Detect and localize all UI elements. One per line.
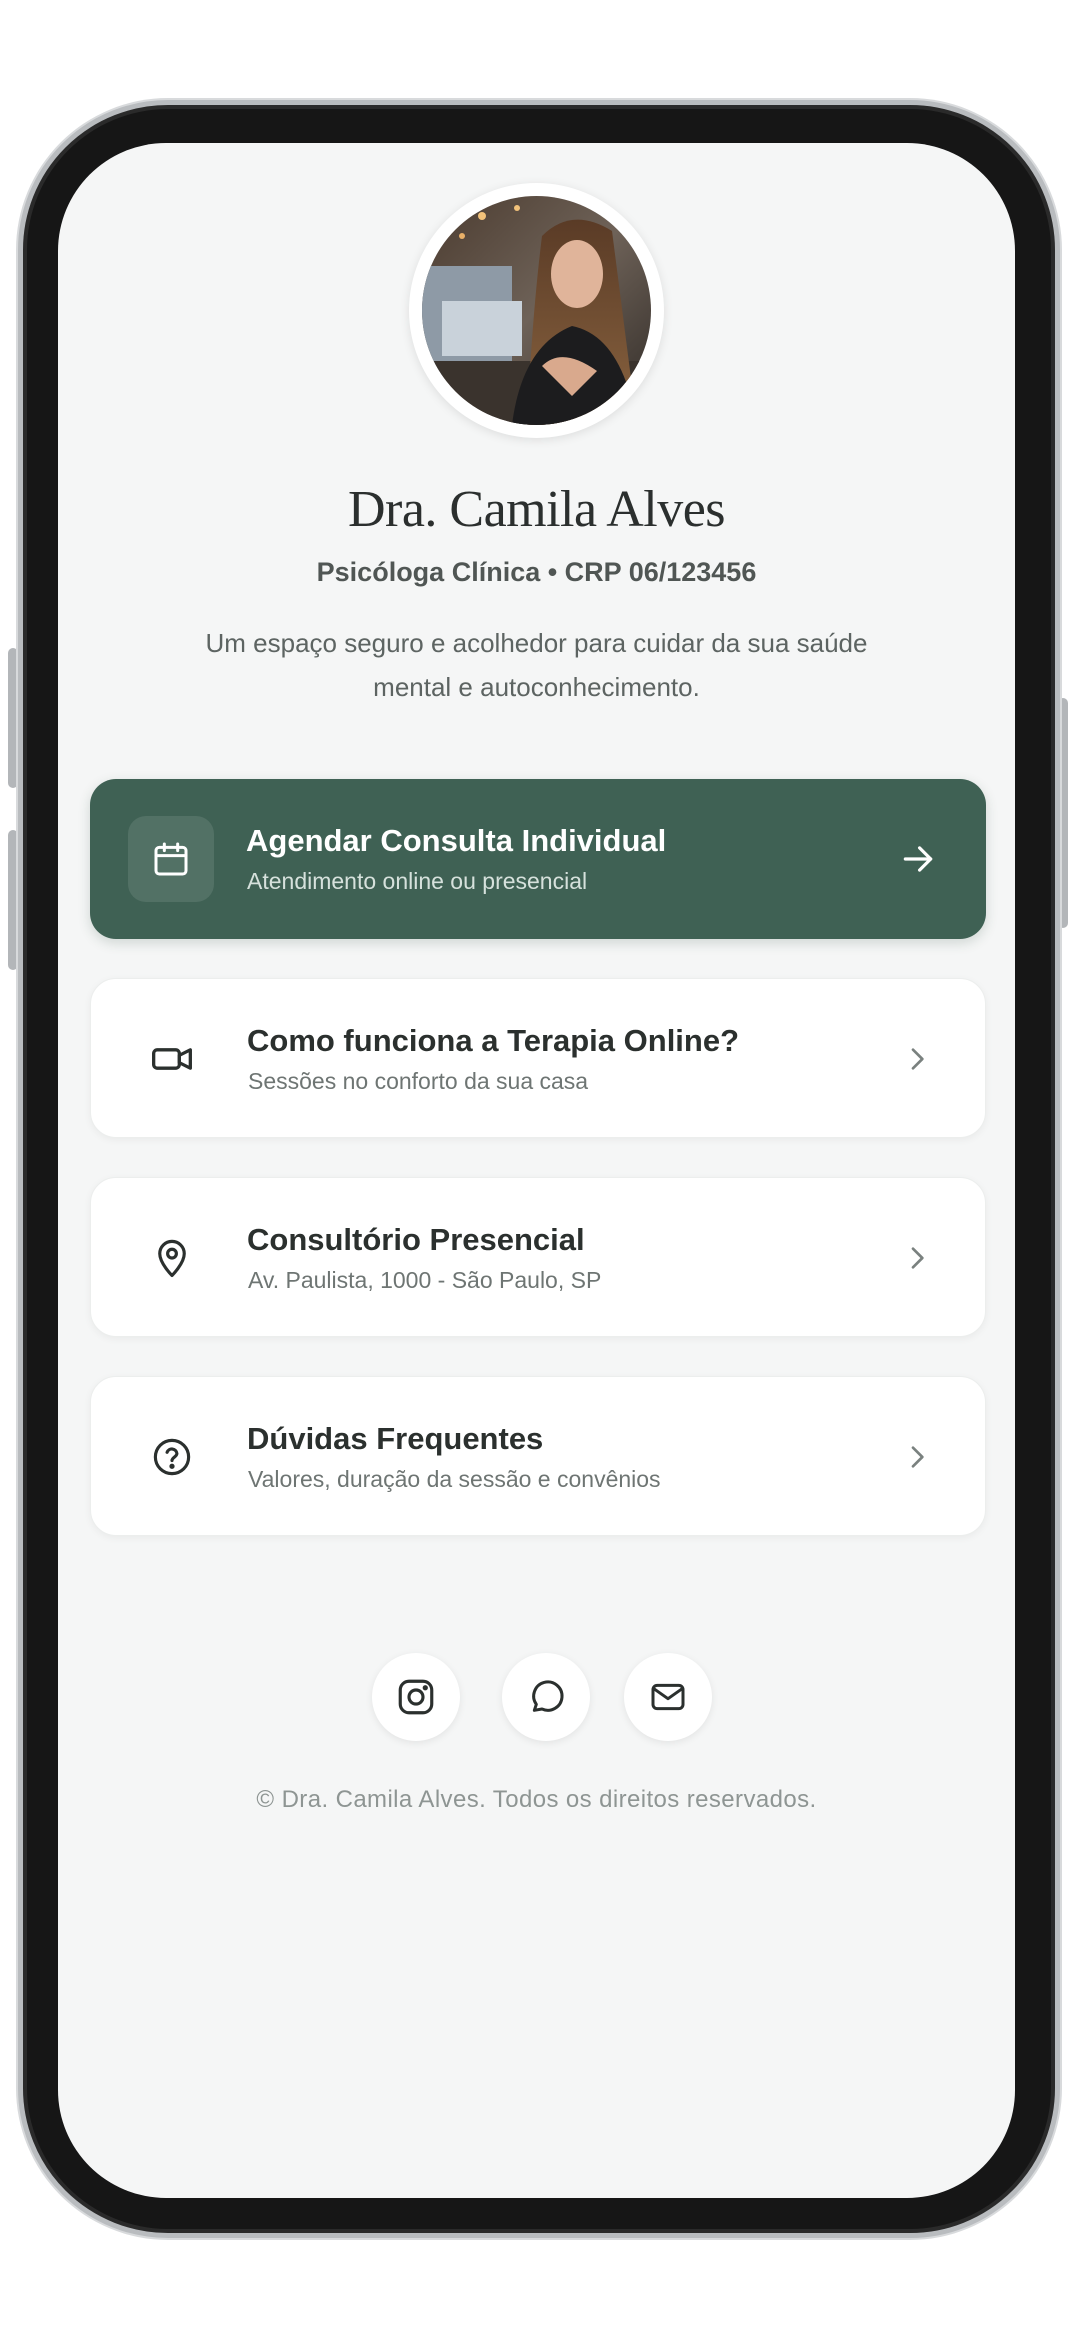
link-subtitle: Sessões no conforto da sua casa: [248, 1068, 589, 1094]
chevron-right-icon: [887, 1427, 947, 1487]
whatsapp-icon: [526, 1677, 566, 1717]
profile-name: Dra. Camila Alves: [347, 481, 726, 538]
avatar-photo: [422, 196, 651, 425]
avatar-frame: [409, 183, 664, 438]
schedule-consultation-button[interactable]: Agendar Consulta Individual Atendimento …: [90, 779, 986, 939]
chevron-right-icon: [887, 1029, 947, 1089]
email-button[interactable]: [624, 1653, 712, 1741]
link-subtitle: Atendimento online ou presencial: [247, 868, 588, 894]
in-person-office-link[interactable]: Consultório Presencial Av. Paulista, 100…: [90, 1177, 986, 1337]
link-subtitle: Valores, duração da sessão e convênios: [248, 1466, 661, 1492]
instagram-icon: [395, 1676, 437, 1718]
mockup-stage: Dra. Camila Alves Psicóloga Clínica • CR…: [0, 0, 1080, 2340]
mail-icon: [648, 1677, 688, 1717]
avatar: [422, 196, 651, 425]
volume-up-button: [8, 648, 18, 788]
link-title: Como funciona a Terapia Online?: [247, 1023, 740, 1058]
instagram-button[interactable]: [372, 1653, 460, 1741]
profile-credential: Psicóloga Clínica • CRP 06/123456: [316, 557, 757, 587]
whatsapp-button[interactable]: [502, 1653, 590, 1741]
chevron-right-icon: [887, 1228, 947, 1288]
footer-copyright: © Dra. Camila Alves. Todos os direitos r…: [256, 1786, 817, 1813]
volume-down-button: [8, 830, 18, 970]
phone-screen: Dra. Camila Alves Psicóloga Clínica • CR…: [58, 143, 1015, 2198]
help-circle-icon: [129, 1414, 215, 1500]
faq-link[interactable]: Dúvidas Frequentes Valores, duração da s…: [90, 1376, 986, 1536]
online-therapy-link[interactable]: Como funciona a Terapia Online? Sessões …: [90, 978, 986, 1138]
link-title: Dúvidas Frequentes: [247, 1421, 544, 1456]
profile-bio: Um espaço seguro e acolhedor para cuidar…: [205, 628, 868, 702]
link-subtitle: Av. Paulista, 1000 - São Paulo, SP: [248, 1267, 602, 1293]
link-title: Consultório Presencial: [247, 1222, 585, 1257]
map-pin-icon: [129, 1215, 215, 1301]
link-title: Agendar Consulta Individual: [246, 823, 667, 858]
arrow-right-icon: [888, 829, 948, 889]
video-camera-icon: [129, 1016, 215, 1102]
calendar-icon: [128, 816, 214, 902]
